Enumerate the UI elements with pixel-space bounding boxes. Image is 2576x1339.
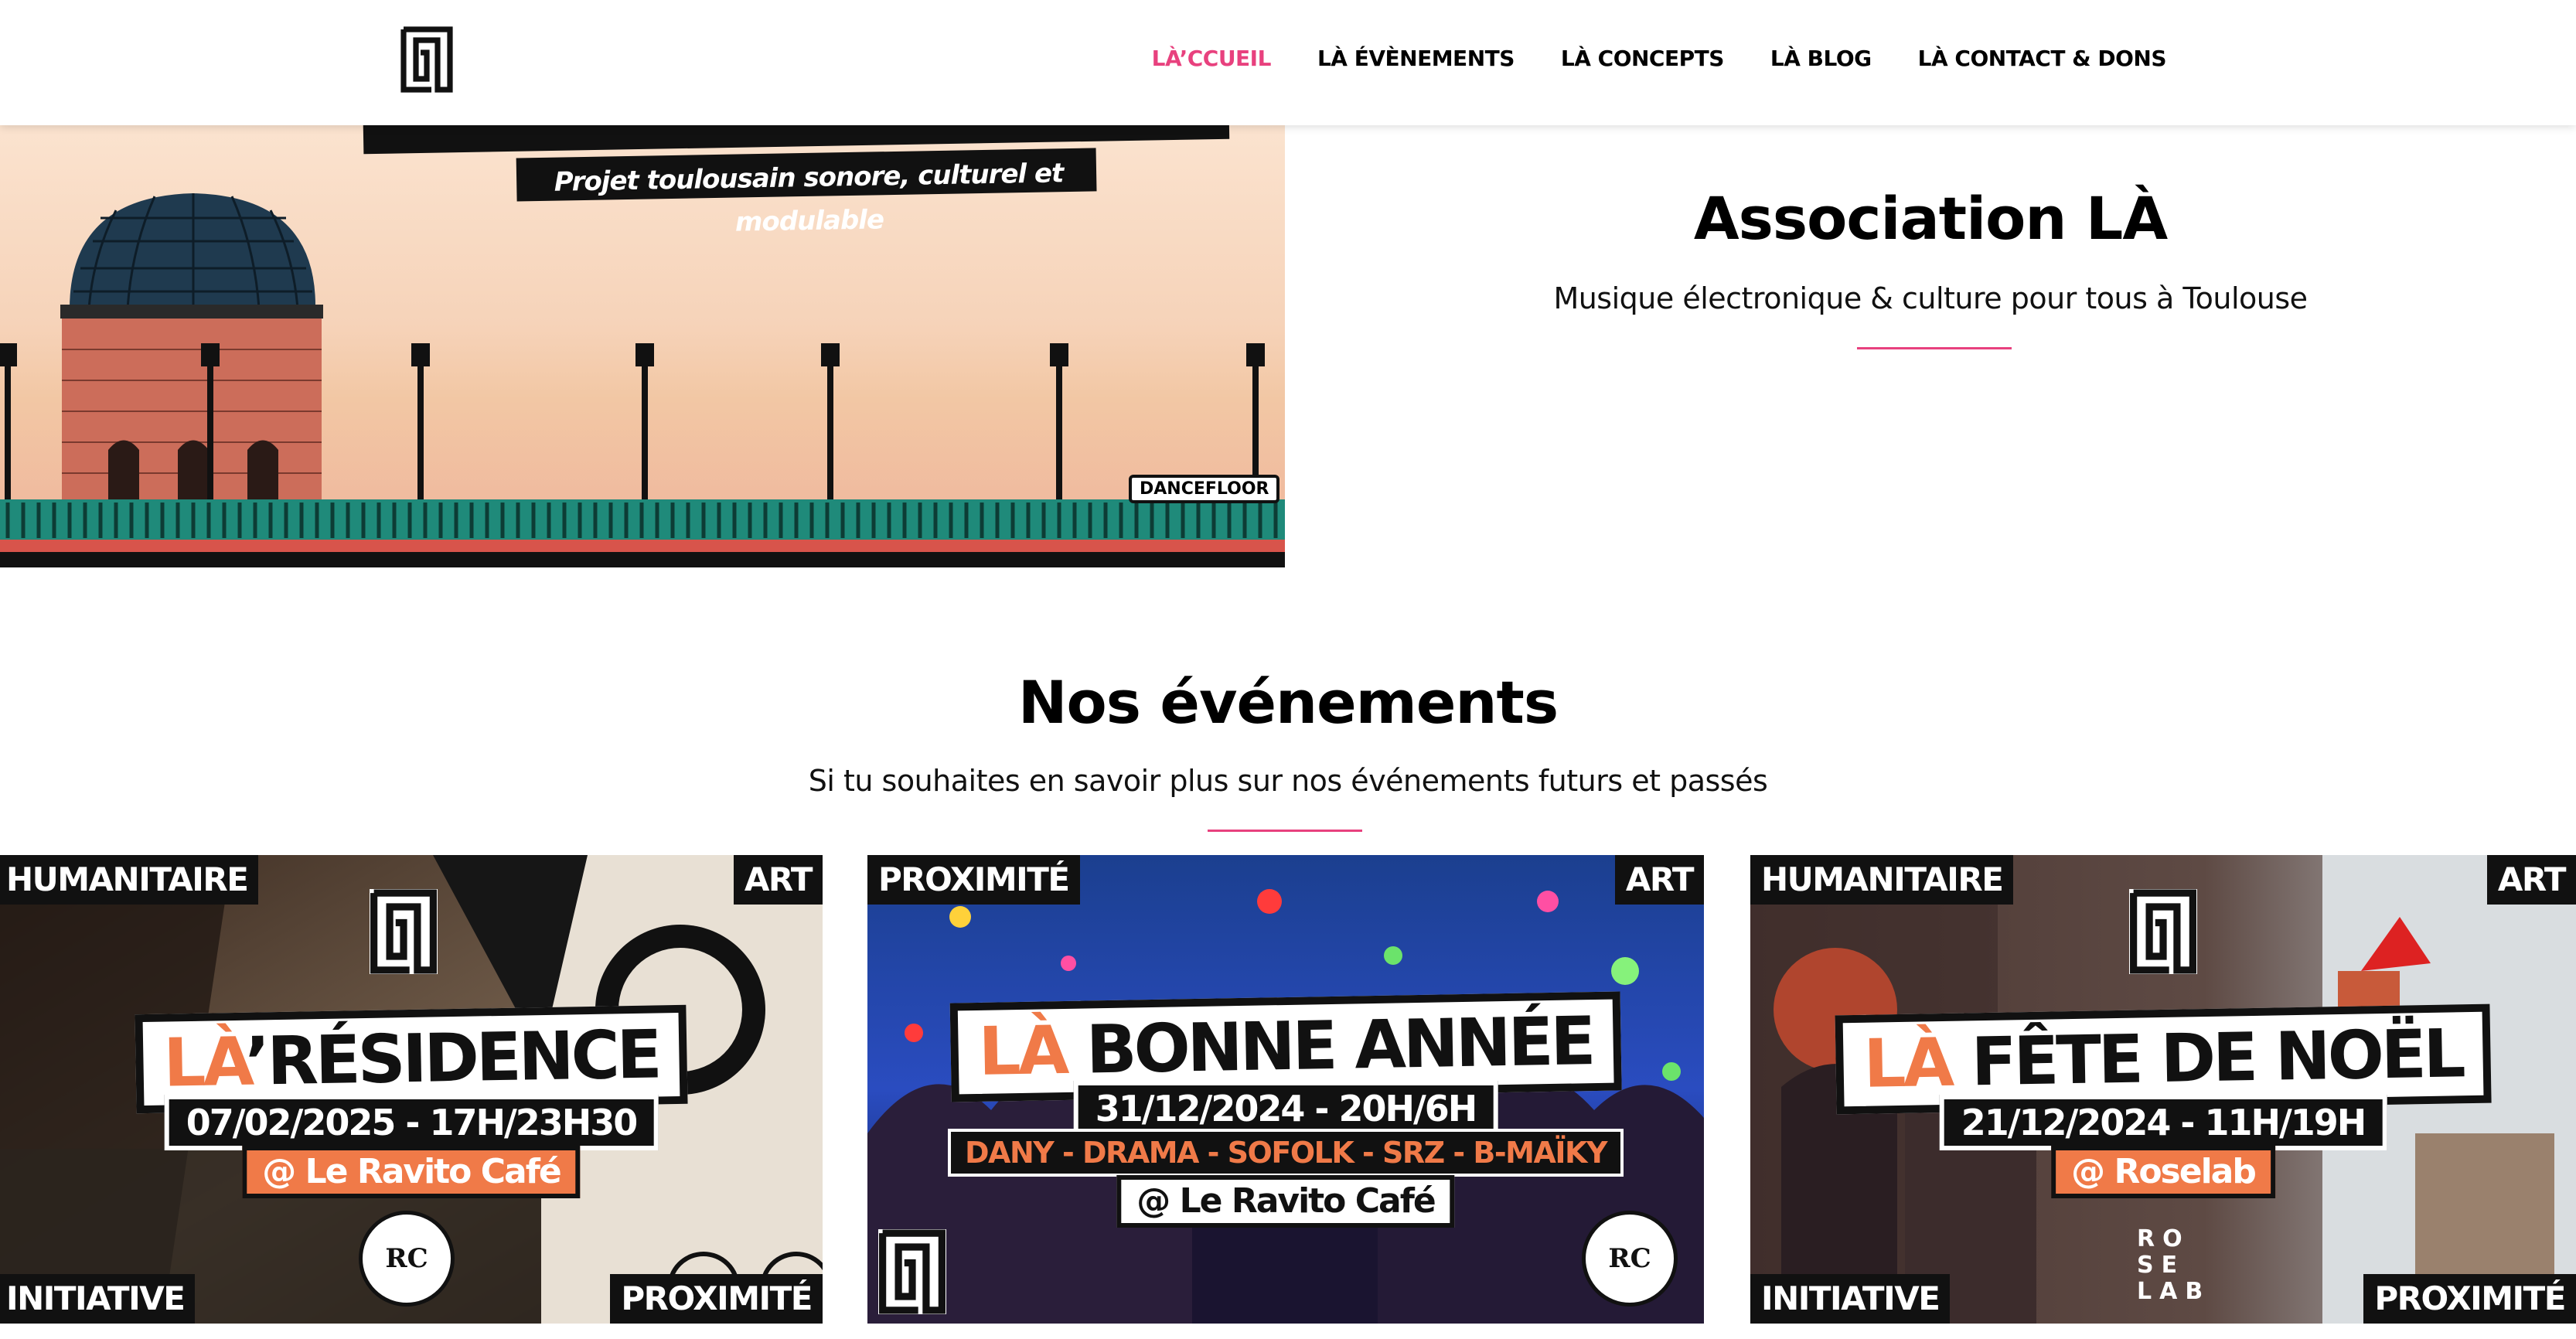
event-card-fete-de-noel[interactable]: HUMANITAIRE ART INITIATIVE PROXIMITÉ LÀ …: [1750, 855, 2576, 1324]
event-venue: @ Le Ravito Café: [1116, 1175, 1455, 1228]
event-venue: @ Le Ravito Café: [242, 1146, 581, 1198]
nav-blog[interactable]: LÀ BLOG: [1770, 46, 1872, 71]
tag-proximite: PROXIMITÉ: [867, 855, 1080, 905]
event-artists: DANY - DRAMA - SOFOLK - SRZ - B-MAÏKY: [948, 1129, 1624, 1177]
tag-art: ART: [1614, 855, 1704, 905]
event-date: 21/12/2024 - 11H/19H: [1939, 1095, 2387, 1150]
event-venue: @ Roselab: [2051, 1146, 2275, 1198]
roselab-logo: RO SE LAB: [2137, 1225, 2211, 1305]
ravito-cafe-badge-icon: RC: [359, 1211, 455, 1307]
dancefloor-label: DANCEFLOOR: [1129, 475, 1280, 503]
association-title: Association LÀ: [1693, 184, 2168, 253]
site-header: LÀ’CCUEIL LÀ ÉVÈNEMENTS LÀ CONCEPTS LÀ B…: [0, 0, 2576, 125]
events-section-subtitle: Si tu souhaites en savoir plus sur nos é…: [808, 764, 1768, 798]
ravito-cafe-badge-icon: RC: [1582, 1211, 1678, 1307]
tag-humanitaire: HUMANITAIRE: [0, 855, 259, 905]
tag-humanitaire: HUMANITAIRE: [1750, 855, 2014, 905]
tag-initiative: INITIATIVE: [0, 1274, 196, 1324]
nav-accueil[interactable]: LÀ’CCUEIL: [1152, 46, 1272, 71]
event-card-bonne-annee[interactable]: PROXIMITÉ ART LÀ BONNE ANNÉE 31/12/2024 …: [867, 855, 1704, 1324]
nav-evenements[interactable]: LÀ ÉVÈNEMENTS: [1317, 46, 1515, 71]
la-logo-icon[interactable]: [400, 26, 453, 93]
tag-art: ART: [2486, 855, 2576, 905]
event-card-residence[interactable]: HUMANITAIRE ART INITIATIVE PROXIMITÉ LÀ’…: [0, 855, 823, 1324]
tag-art: ART: [733, 855, 823, 905]
hero-banner-image: Projet toulousain sonore, culturel et mo…: [0, 125, 1285, 567]
tag-proximite: PROXIMITÉ: [610, 1274, 823, 1324]
main-nav: LÀ’CCUEIL LÀ ÉVÈNEMENTS LÀ CONCEPTS LÀ B…: [1106, 0, 2167, 116]
nav-contact-dons[interactable]: LÀ CONTACT & DONS: [1918, 46, 2167, 71]
event-date: 07/02/2025 - 17H/23H30: [164, 1095, 659, 1150]
la-logo-icon: [878, 1229, 946, 1314]
association-subtitle: Musique électronique & culture pour tous…: [1553, 281, 2308, 315]
title-divider: [1857, 347, 2012, 349]
events-divider: [1208, 830, 1362, 832]
tag-initiative: INITIATIVE: [1750, 1274, 1951, 1324]
la-logo-icon: [2129, 889, 2197, 974]
la-logo-icon: [370, 889, 438, 974]
events-section-title: Nos événements: [1017, 668, 1559, 737]
tag-proximite: PROXIMITÉ: [2363, 1274, 2576, 1324]
nav-concepts[interactable]: LÀ CONCEPTS: [1561, 46, 1725, 71]
